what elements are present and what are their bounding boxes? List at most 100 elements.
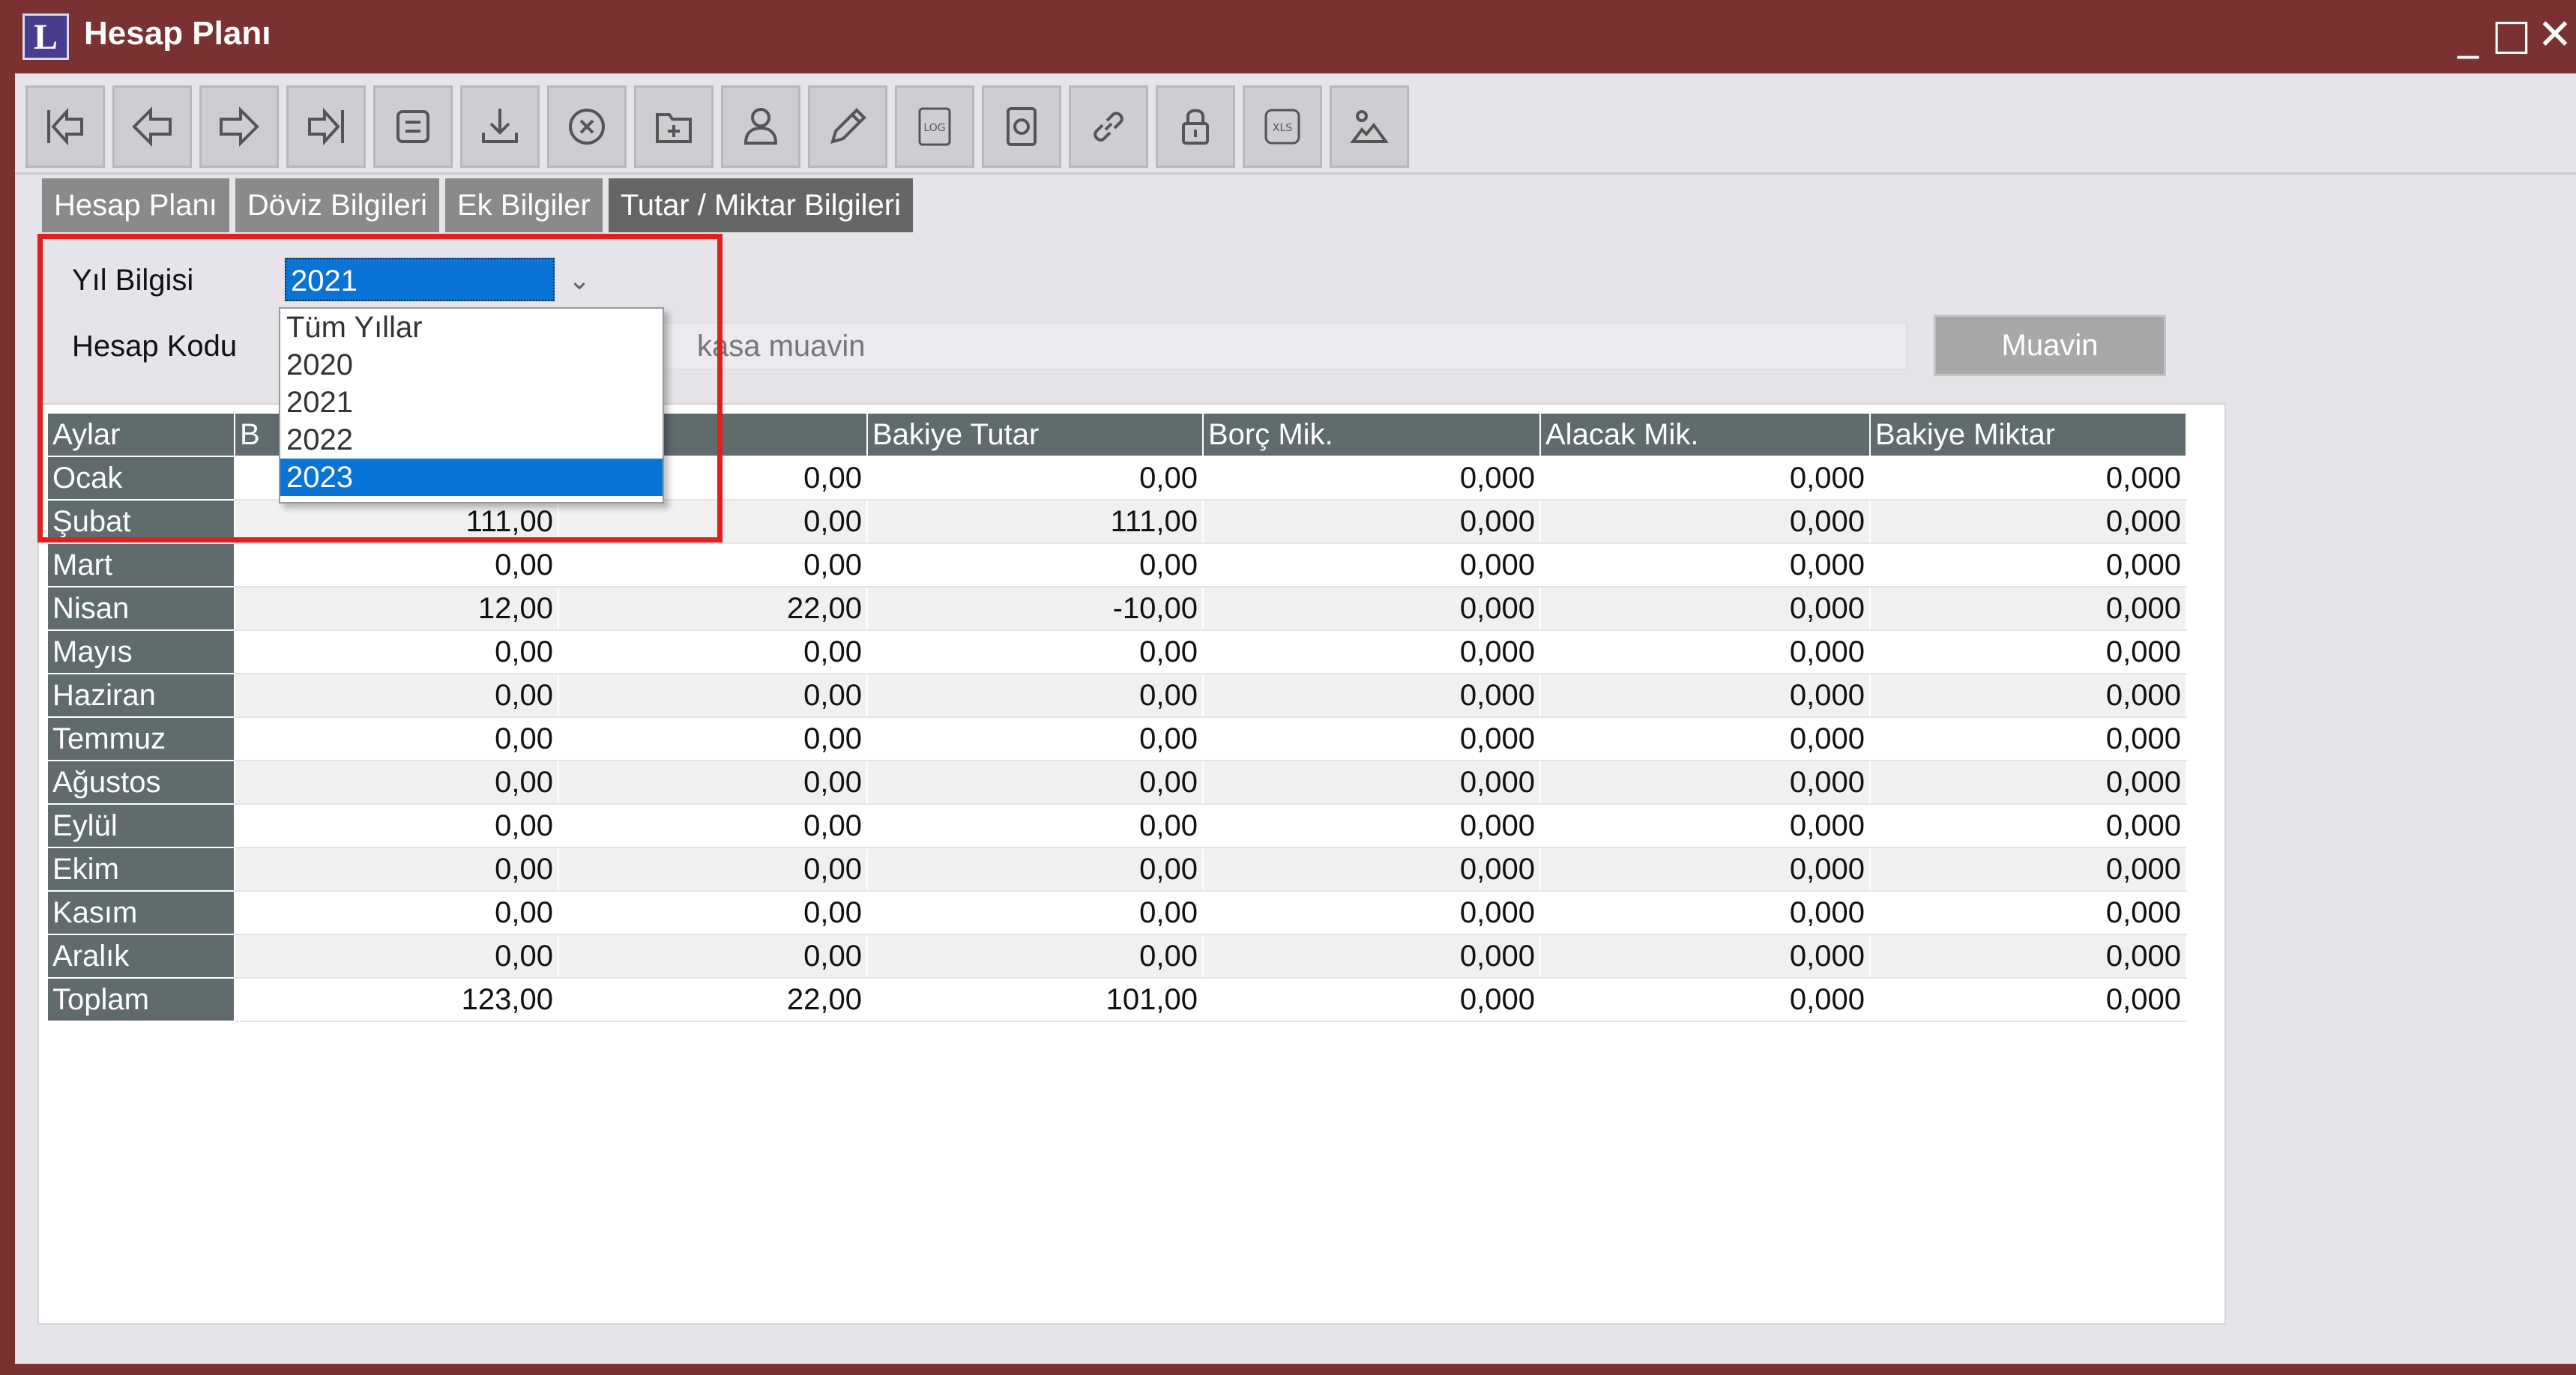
table-cell[interactable]: 0,00 <box>234 890 559 935</box>
table-cell[interactable]: 0,000 <box>1202 499 1541 544</box>
table-row[interactable]: Haziran 0,00 0,00 0,00 0,000 0,000 0,000 <box>46 673 2187 718</box>
table-cell[interactable]: 12,00 <box>234 586 559 631</box>
table-row[interactable]: Nisan 12,00 22,00 -10,00 0,000 0,000 0,000 <box>46 586 2187 631</box>
previous-record-button[interactable] <box>112 85 192 168</box>
table-cell[interactable]: 0,00 <box>558 543 868 587</box>
row-header-cell[interactable]: Temmuz <box>46 716 235 761</box>
preview-button[interactable] <box>1330 85 1409 168</box>
row-header-cell[interactable]: Mart <box>46 543 235 587</box>
table-cell[interactable]: 0,000 <box>1539 760 1871 805</box>
table-cell[interactable]: 0,000 <box>1869 499 2187 544</box>
table-cell[interactable]: 22,00 <box>558 586 868 631</box>
table-cell[interactable]: 0,00 <box>558 934 868 979</box>
account-description-field[interactable]: kasa muavin <box>652 322 1907 370</box>
table-cell[interactable]: 0,00 <box>558 716 868 761</box>
table-cell[interactable]: 0,000 <box>1869 760 2187 805</box>
last-record-button[interactable] <box>286 85 366 168</box>
column-header-bakiye-miktar[interactable]: Bakiye Miktar <box>1869 412 2187 457</box>
muavin-button[interactable]: Muavin <box>1934 315 2166 376</box>
title-bar[interactable]: L Hesap Planı _ □ ✕ <box>0 0 2576 73</box>
row-header-cell[interactable]: Ağustos <box>46 760 235 805</box>
row-header-cell[interactable]: Kasım <box>46 890 235 935</box>
table-cell[interactable]: 0,000 <box>1869 847 2187 892</box>
cancel-button[interactable] <box>547 85 627 168</box>
tab-hesap-plani[interactable]: Hesap Planı <box>42 178 229 232</box>
table-cell[interactable]: 0,000 <box>1202 934 1541 979</box>
first-record-button[interactable] <box>25 85 105 168</box>
table-row[interactable]: Eylül 0,00 0,00 0,00 0,000 0,000 0,000 <box>46 803 2187 848</box>
table-cell[interactable]: 0,00 <box>866 673 1204 718</box>
table-cell[interactable]: 0,00 <box>234 716 559 761</box>
table-cell[interactable]: 0,000 <box>1869 977 2187 1022</box>
table-cell[interactable]: 0,00 <box>866 543 1204 587</box>
table-cell[interactable]: 0,000 <box>1869 673 2187 718</box>
table-cell[interactable]: 0,000 <box>1539 803 1871 848</box>
form-button[interactable] <box>373 85 453 168</box>
row-header-cell[interactable]: Toplam <box>46 977 235 1022</box>
link-button[interactable] <box>1069 85 1148 168</box>
table-cell[interactable]: 0,00 <box>234 629 559 674</box>
row-header-cell[interactable]: Nisan <box>46 586 235 631</box>
tab-doviz-bilgileri[interactable]: Döviz Bilgileri <box>235 178 439 232</box>
table-cell[interactable]: 0,000 <box>1539 977 1871 1022</box>
table-cell[interactable]: 0,00 <box>866 934 1204 979</box>
xls-export-button[interactable]: XLS <box>1243 85 1322 168</box>
table-cell[interactable]: 123,00 <box>234 977 559 1022</box>
table-cell[interactable]: 0,00 <box>234 543 559 587</box>
table-cell[interactable]: 0,000 <box>1202 629 1541 674</box>
table-cell[interactable]: 0,000 <box>1202 760 1541 805</box>
table-cell[interactable]: 0,00 <box>866 456 1204 501</box>
table-cell[interactable]: 0,00 <box>866 629 1204 674</box>
table-cell[interactable]: 0,00 <box>234 934 559 979</box>
table-cell[interactable]: 0,00 <box>234 847 559 892</box>
table-cell[interactable]: 0,000 <box>1539 456 1871 501</box>
row-header-cell[interactable]: Aralık <box>46 934 235 979</box>
table-cell[interactable]: 0,000 <box>1202 847 1541 892</box>
table-cell[interactable]: 0,00 <box>866 890 1204 935</box>
table-cell[interactable]: 0,000 <box>1869 803 2187 848</box>
table-row[interactable]: Mayıs 0,00 0,00 0,00 0,000 0,000 0,000 <box>46 629 2187 674</box>
table-cell[interactable]: 0,00 <box>866 716 1204 761</box>
lock-button[interactable] <box>1156 85 1235 168</box>
table-row[interactable]: Aralık 0,00 0,00 0,00 0,000 0,000 0,000 <box>46 934 2187 979</box>
row-header-cell[interactable]: Haziran <box>46 673 235 718</box>
table-cell[interactable]: 0,000 <box>1202 803 1541 848</box>
table-cell[interactable]: 0,00 <box>558 890 868 935</box>
table-cell[interactable]: 0,00 <box>866 847 1204 892</box>
download-button[interactable] <box>460 85 540 168</box>
table-cell[interactable]: 0,00 <box>558 847 868 892</box>
row-header-cell[interactable]: Eylül <box>46 803 235 848</box>
table-cell[interactable]: 0,000 <box>1202 977 1541 1022</box>
table-cell[interactable]: 0,00 <box>866 803 1204 848</box>
column-header-alacak-miktar[interactable]: Alacak Mik. <box>1539 412 1871 457</box>
table-cell[interactable]: 0,000 <box>1869 934 2187 979</box>
table-row[interactable]: Temmuz 0,00 0,00 0,00 0,000 0,000 0,000 <box>46 716 2187 761</box>
row-header-cell[interactable]: Ekim <box>46 847 235 892</box>
table-cell[interactable]: 0,000 <box>1539 847 1871 892</box>
table-cell[interactable]: 101,00 <box>866 977 1204 1022</box>
table-cell[interactable]: 0,000 <box>1539 629 1871 674</box>
table-row[interactable]: Toplam 123,00 22,00 101,00 0,000 0,000 0,000 <box>46 977 2187 1022</box>
next-record-button[interactable] <box>199 85 279 168</box>
table-cell[interactable]: 0,00 <box>558 673 868 718</box>
row-header-cell[interactable]: Mayıs <box>46 629 235 674</box>
table-cell[interactable]: 22,00 <box>558 977 868 1022</box>
table-cell[interactable]: 111,00 <box>866 499 1204 544</box>
table-cell[interactable]: -10,00 <box>866 586 1204 631</box>
table-cell[interactable]: 0,000 <box>1202 586 1541 631</box>
table-cell[interactable]: 0,000 <box>1869 586 2187 631</box>
table-cell[interactable]: 0,000 <box>1539 890 1871 935</box>
column-header-borc-miktar[interactable]: Borç Mik. <box>1202 412 1541 457</box>
table-cell[interactable]: 0,000 <box>1539 934 1871 979</box>
edit-button[interactable] <box>808 85 887 168</box>
table-cell[interactable]: 0,000 <box>1202 890 1541 935</box>
table-cell[interactable]: 0,00 <box>558 803 868 848</box>
document-button[interactable] <box>982 85 1061 168</box>
table-row[interactable]: Ağustos 0,00 0,00 0,00 0,000 0,000 0,000 <box>46 760 2187 805</box>
table-row[interactable]: Kasım 0,00 0,00 0,00 0,000 0,000 0,000 <box>46 890 2187 935</box>
maximize-button[interactable]: □ <box>2488 10 2535 60</box>
table-cell[interactable]: 0,000 <box>1869 890 2187 935</box>
table-cell[interactable]: 0,000 <box>1539 716 1871 761</box>
table-cell[interactable]: 0,000 <box>1202 673 1541 718</box>
log-button[interactable]: LOG <box>895 85 974 168</box>
